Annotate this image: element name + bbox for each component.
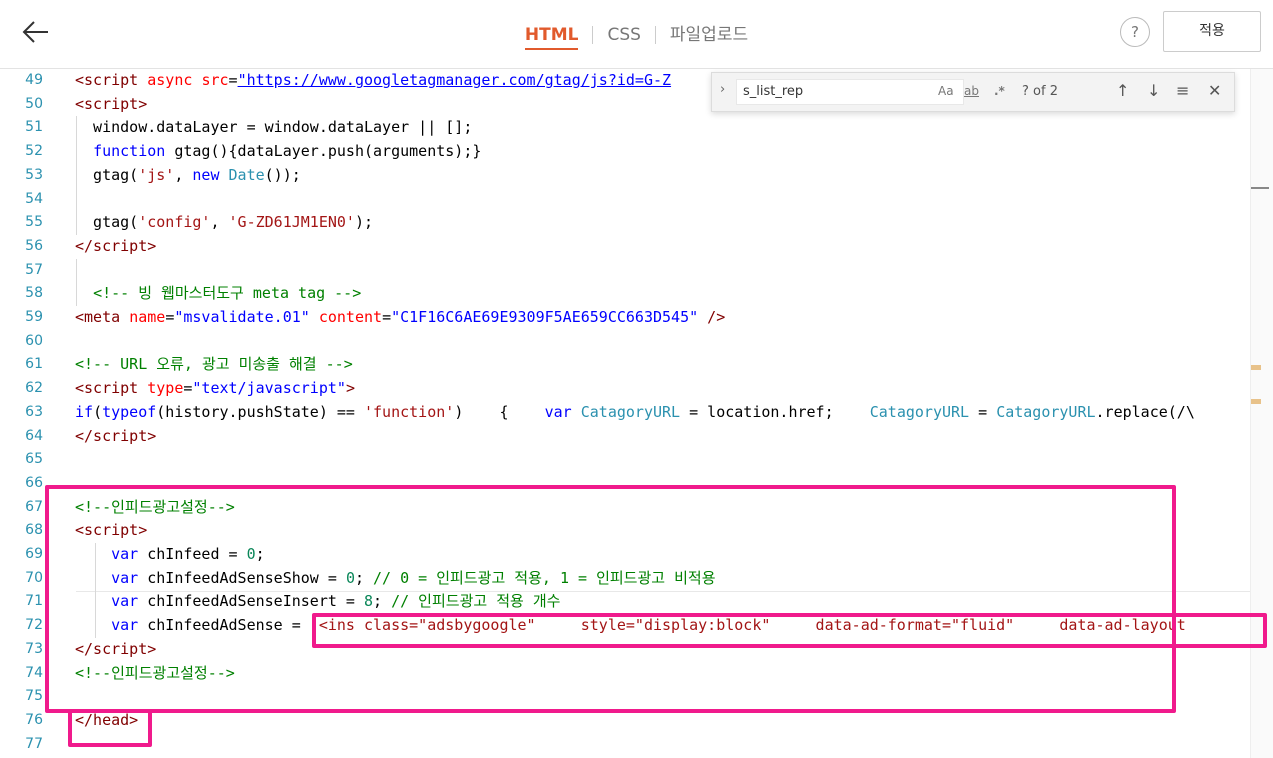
line-number: 60: [25, 332, 43, 349]
code-line[interactable]: 54: [0, 188, 1250, 212]
find-widget: › s_list_rep Aa ab .* ? of 2 ↑ ↓ ≡ ✕: [711, 72, 1235, 112]
line-number: 55: [25, 214, 43, 231]
code-text[interactable]: <script async src="https://www.googletag…: [75, 69, 671, 93]
find-expand-icon[interactable]: ›: [720, 82, 725, 97]
previous-match-icon[interactable]: ↑: [1116, 81, 1129, 100]
line-number: 76: [25, 711, 43, 728]
indent-guide: [76, 116, 77, 235]
tab-html[interactable]: HTML: [521, 25, 583, 50]
line-number: 56: [25, 237, 43, 254]
code-line[interactable]: 64 </script>: [0, 425, 1250, 449]
line-number: 68: [25, 522, 43, 539]
line-number: 51: [25, 119, 43, 136]
line-number: 65: [25, 451, 43, 468]
whole-word-icon[interactable]: ab: [964, 84, 979, 98]
line-number: 50: [25, 95, 43, 112]
line-number: 77: [25, 735, 43, 752]
code-line[interactable]: 51 window.dataLayer = window.dataLayer |…: [0, 116, 1250, 140]
code-text[interactable]: <script>: [75, 93, 147, 117]
highlight-head-close: [68, 709, 152, 747]
code-line[interactable]: 65: [0, 448, 1250, 472]
line-number: 69: [25, 546, 43, 562]
code-text[interactable]: <!-- 빙 웹마스터도구 meta tag -->: [75, 282, 361, 306]
apply-button[interactable]: 적용: [1163, 11, 1261, 52]
highlight-infeed-block: [45, 485, 1176, 713]
find-input[interactable]: s_list_rep: [736, 79, 964, 105]
line-number: 66: [25, 474, 43, 491]
code-line[interactable]: 55 gtag('config', 'G-ZD61JM1EN0');: [0, 211, 1250, 235]
editor-scrollbar[interactable]: [1250, 69, 1273, 758]
line-number: 57: [25, 261, 43, 278]
line-number: 75: [25, 688, 43, 705]
match-case-icon[interactable]: Aa: [938, 84, 954, 98]
code-text[interactable]: if(typeof(history.pushState) == 'functio…: [75, 401, 1195, 425]
regex-icon[interactable]: .*: [994, 84, 1005, 98]
tab-separator: [654, 26, 656, 44]
code-text[interactable]: </script>: [75, 425, 156, 449]
code-text[interactable]: function gtag(){dataLayer.push(arguments…: [75, 140, 481, 164]
line-number: 54: [25, 190, 43, 207]
highlight-adsense-string: [312, 613, 1267, 648]
find-in-selection-icon[interactable]: ≡: [1176, 81, 1189, 100]
next-match-icon[interactable]: ↓: [1147, 81, 1160, 100]
scrollbar-find-marker: [1251, 399, 1261, 404]
editor-header: HTML CSS 파일업로드 ? 적용: [0, 0, 1273, 69]
tab-separator: [592, 26, 594, 44]
indent-guide: [76, 258, 77, 306]
line-number: 58: [25, 285, 43, 302]
code-line[interactable]: 63 if(typeof(history.pushState) == 'funct…: [0, 401, 1250, 425]
code-text[interactable]: gtag('config', 'G-ZD61JM1EN0');: [75, 211, 373, 235]
line-number: 74: [25, 664, 43, 681]
find-match-count: ? of 2: [1022, 84, 1058, 99]
line-number: 49: [25, 72, 43, 88]
code-line[interactable]: 61 <!-- URL 오류, 광고 미송출 해결 -->: [0, 353, 1250, 377]
code-line[interactable]: 62 <script type="text/javascript">: [0, 377, 1250, 401]
line-number: 72: [25, 617, 43, 634]
code-line[interactable]: 53 gtag('js', new Date());: [0, 164, 1250, 188]
line-number: 67: [25, 498, 43, 515]
scrollbar-find-marker: [1251, 365, 1261, 370]
line-number: 63: [25, 403, 43, 420]
code-text[interactable]: <meta name="msvalidate.01" content="C1F1…: [75, 306, 725, 330]
code-text[interactable]: <script type="text/javascript">: [75, 377, 355, 401]
tab-css[interactable]: CSS: [603, 25, 644, 45]
tab-file-upload[interactable]: 파일업로드: [666, 20, 752, 45]
code-line[interactable]: 60: [0, 330, 1250, 354]
code-text[interactable]: window.dataLayer = window.dataLayer || […: [75, 116, 472, 140]
line-number: 64: [25, 427, 43, 444]
line-number: 73: [25, 640, 43, 657]
close-find-icon[interactable]: ✕: [1208, 81, 1221, 100]
code-text[interactable]: <!-- URL 오류, 광고 미송출 해결 -->: [75, 353, 353, 377]
scrollbar-cursor-marker: [1251, 187, 1269, 189]
line-number: 53: [25, 166, 43, 183]
line-number: 70: [25, 569, 43, 586]
code-text[interactable]: gtag('js', new Date());: [75, 164, 301, 188]
line-number: 52: [25, 143, 43, 160]
line-number: 61: [25, 356, 43, 373]
code-line[interactable]: 52 function gtag(){dataLayer.push(argume…: [0, 140, 1250, 164]
editor-tabs: HTML CSS 파일업로드: [0, 20, 1273, 50]
code-text[interactable]: </script>: [75, 235, 156, 259]
code-line[interactable]: 77: [0, 733, 1250, 757]
code-line[interactable]: 56 </script>: [0, 235, 1250, 259]
line-number: 62: [25, 380, 43, 397]
help-icon[interactable]: ?: [1120, 17, 1150, 47]
code-line[interactable]: 59 <meta name="msvalidate.01" content="C1…: [0, 306, 1250, 330]
line-number: 71: [25, 593, 43, 610]
code-line[interactable]: 57: [0, 259, 1250, 283]
line-number: 59: [25, 309, 43, 325]
code-line[interactable]: 58 <!-- 빙 웹마스터도구 meta tag -->: [0, 282, 1250, 306]
